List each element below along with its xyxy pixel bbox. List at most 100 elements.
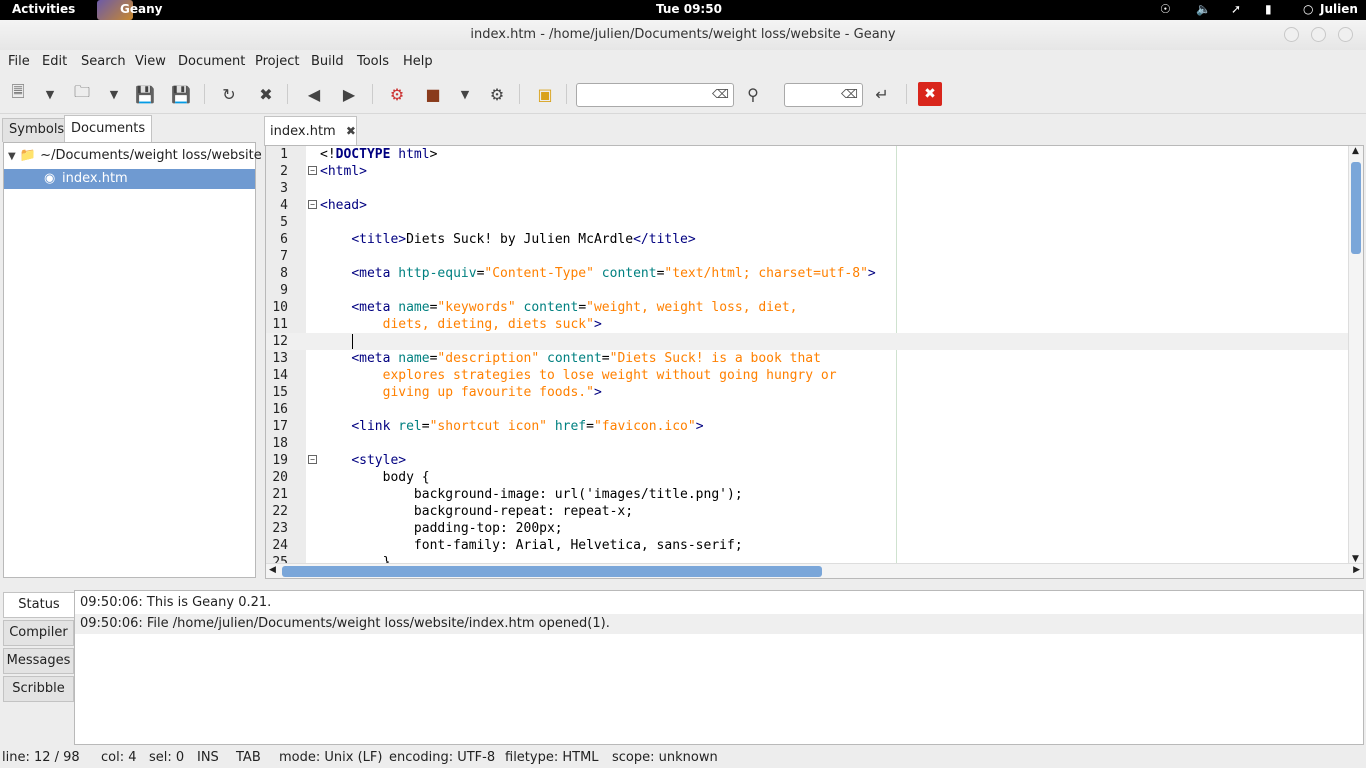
scroll-left-icon[interactable]: ◀ (269, 565, 276, 575)
jump-to-line-icon[interactable]: ↵ (870, 82, 894, 106)
code-line[interactable]: 22 background-repeat: repeat-x; (266, 503, 1348, 520)
tab-symbols[interactable]: Symbols (2, 118, 72, 142)
code-area[interactable]: 1 <!DOCTYPE html> 2− <html> 3 4− <head> 5 6 <tit… (266, 146, 1348, 570)
code-line[interactable]: 7 (266, 248, 1348, 265)
code-line[interactable]: 19 − <style> (266, 452, 1348, 469)
code-line[interactable]: 15 giving up favourite foods."> (266, 384, 1348, 401)
build-icon[interactable]: ■ (421, 82, 445, 106)
code-line[interactable]: 24 font-family: Arial, Helvetica, sans-s… (266, 537, 1348, 554)
tab-messages[interactable]: Messages (3, 648, 74, 674)
code-line[interactable]: 12 (266, 333, 1348, 350)
code-line[interactable]: 14 explores strategies to lose weight wi… (266, 367, 1348, 384)
menu-help[interactable]: Help (403, 54, 433, 69)
scroll-right-icon[interactable]: ▶ (1353, 565, 1360, 575)
network-icon[interactable]: ➚ (1231, 2, 1241, 16)
html-file-icon: ◉ (44, 171, 56, 186)
code-text: <style> (351, 453, 407, 468)
close-icon[interactable]: ✖ (254, 82, 278, 106)
menu-search[interactable]: Search (81, 54, 126, 69)
new-file-icon[interactable]: 🗏 (6, 82, 30, 106)
user-status-icon[interactable]: ○ (1303, 2, 1313, 16)
line-number: 6 (280, 232, 288, 247)
horizontal-scroll-thumb[interactable] (282, 566, 822, 577)
menu-edit[interactable]: Edit (42, 54, 67, 69)
document-item[interactable]: ◉ index.htm (4, 169, 255, 189)
folder-path: ~/Documents/weight loss/website (40, 148, 262, 163)
code-line[interactable]: 9 (266, 282, 1348, 299)
open-file-icon[interactable]: 🗀 (70, 82, 94, 106)
tab-status[interactable]: Status (3, 592, 74, 618)
open-recent-dropdown-icon[interactable]: ▼ (102, 82, 126, 106)
code-line[interactable]: 17 <link rel="shortcut icon" href="favic… (266, 418, 1348, 435)
color-chooser-icon[interactable]: ▣ (533, 82, 557, 106)
volume-icon[interactable]: 🔈 (1196, 2, 1211, 16)
build-dropdown-icon[interactable]: ▼ (453, 82, 477, 106)
fold-marker-icon[interactable]: − (308, 200, 317, 209)
tab-compiler[interactable]: Compiler (3, 620, 74, 646)
revert-icon[interactable]: ↻ (217, 82, 241, 106)
code-line[interactable]: 4 − <head> (266, 197, 1348, 214)
menu-view[interactable]: View (135, 54, 166, 69)
code-editor[interactable]: 1 <!DOCTYPE html> 2− <html> 3 4− <head> 5 6 <tit… (265, 145, 1364, 579)
scroll-up-icon[interactable]: ▲ (1352, 146, 1359, 156)
app-menu-label[interactable]: Geany (120, 2, 162, 16)
expander-icon[interactable]: ▼ (8, 151, 16, 162)
vertical-scroll-thumb[interactable] (1351, 162, 1361, 254)
menu-tools[interactable]: Tools (357, 54, 389, 69)
code-line[interactable]: 1 <!DOCTYPE html> (266, 146, 1348, 163)
new-file-dropdown-icon[interactable]: ▼ (38, 82, 62, 106)
code-line[interactable]: 8 <meta http-equiv="Content-Type" conten… (266, 265, 1348, 282)
menu-project[interactable]: Project (255, 54, 299, 69)
clear-search-icon[interactable]: ⌫ (712, 87, 729, 101)
save-icon[interactable]: 💾 (133, 82, 157, 106)
tab-label: index.htm (270, 124, 336, 139)
goto-line-input[interactable]: ⌫ (784, 83, 863, 107)
activities-button[interactable]: Activities (12, 2, 75, 16)
code-line[interactable]: 2 − <html> (266, 163, 1348, 180)
code-line[interactable]: 13 <meta name="description" content="Die… (266, 350, 1348, 367)
fold-marker-icon[interactable]: − (308, 455, 317, 464)
code-line[interactable]: 16 (266, 401, 1348, 418)
menu-file[interactable]: File (8, 54, 30, 69)
clock[interactable]: Tue 09:50 (656, 2, 722, 16)
horizontal-scrollbar[interactable]: ◀ ▶ (266, 563, 1363, 578)
compile-icon[interactable]: ⚙ (385, 82, 409, 106)
vertical-scrollbar[interactable]: ▲ ▼ (1348, 146, 1363, 564)
code-line[interactable]: 10 <meta name="keywords" content="weight… (266, 299, 1348, 316)
code-text: background-repeat: repeat-x; (320, 504, 634, 519)
tab-documents[interactable]: Documents (64, 115, 153, 143)
menu-document[interactable]: Document (178, 54, 245, 69)
quit-icon[interactable]: ✖ (918, 82, 942, 106)
maximize-button[interactable] (1311, 27, 1326, 42)
tab-index-htm[interactable]: index.htm ✖ (264, 116, 357, 146)
user-menu[interactable]: Julien (1320, 2, 1358, 16)
clear-goto-icon[interactable]: ⌫ (841, 87, 858, 101)
save-all-icon[interactable]: 💾 (169, 82, 193, 106)
code-line[interactable]: 3 (266, 180, 1348, 197)
code-line[interactable]: 11 diets, dieting, diets suck"> (266, 316, 1348, 333)
code-line[interactable]: 23 padding-top: 200px; (266, 520, 1348, 537)
search-input[interactable]: ⌫ (576, 83, 734, 107)
line-number: 8 (280, 266, 288, 281)
code-line[interactable]: 5 (266, 214, 1348, 231)
code-line[interactable]: 20 body { (266, 469, 1348, 486)
code-line[interactable]: 18 (266, 435, 1348, 452)
folder-row[interactable]: ▼ 📁 ~/Documents/weight loss/website (8, 148, 262, 163)
close-window-button[interactable] (1338, 27, 1353, 42)
fold-marker-icon[interactable]: − (308, 166, 317, 175)
battery-icon[interactable]: ▮ (1265, 2, 1272, 16)
back-icon[interactable]: ◀ (302, 82, 326, 106)
tab-scribble[interactable]: Scribble (3, 676, 74, 702)
accessibility-icon[interactable]: ☉ (1160, 2, 1171, 16)
menu-build[interactable]: Build (311, 54, 344, 69)
line-number: 4 (280, 198, 288, 213)
code-line[interactable]: 6 <title>Diets Suck! by Julien McArdle</… (266, 231, 1348, 248)
search-icon[interactable]: ⚲ (741, 82, 765, 106)
status-filetype: filetype: HTML (505, 750, 599, 765)
minimize-button[interactable] (1284, 27, 1299, 42)
run-icon[interactable]: ⚙ (485, 82, 509, 106)
close-tab-icon[interactable]: ✖ (346, 124, 356, 138)
line-number: 24 (272, 538, 288, 553)
code-line[interactable]: 21 background-image: url('images/title.p… (266, 486, 1348, 503)
forward-icon[interactable]: ▶ (337, 82, 361, 106)
